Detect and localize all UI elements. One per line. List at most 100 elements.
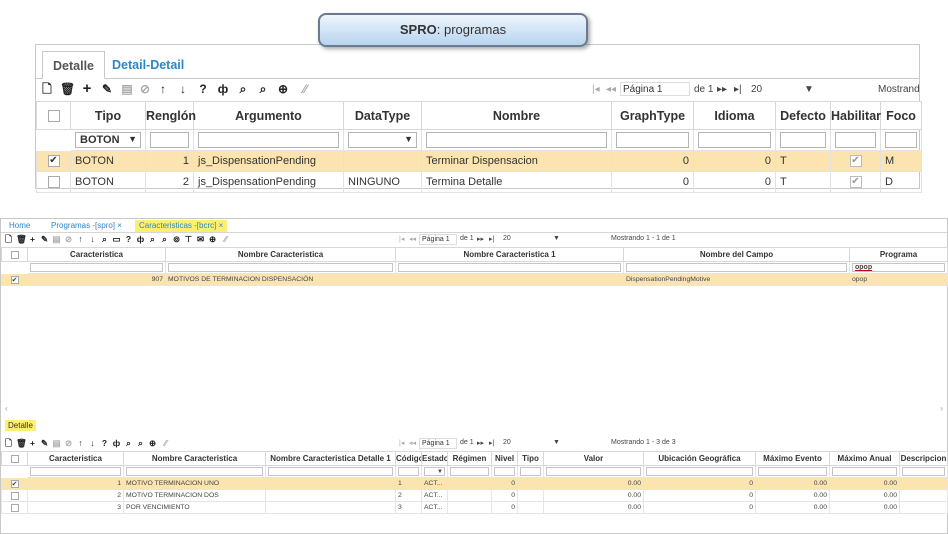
tab-detalle[interactable]: Detalle xyxy=(5,420,36,431)
table-row[interactable]: BOTON 2 js_DispensationPending NINGUNO T… xyxy=(36,171,922,193)
page-size-select[interactable]: 20 xyxy=(503,439,511,446)
prev-page-icon[interactable]: ◂◂ xyxy=(606,84,616,95)
last-page-icon[interactable]: ▸| xyxy=(489,235,494,243)
programa-filter[interactable]: opop xyxy=(852,263,945,272)
arrow-up-icon[interactable]: ↑ xyxy=(156,82,170,96)
scroll-right-icon[interactable]: › xyxy=(940,404,943,413)
search-icon[interactable]: ⌕ xyxy=(100,234,109,245)
next-page-icon[interactable]: ▸▸ xyxy=(477,439,484,447)
help-icon[interactable]: ? xyxy=(100,438,109,449)
new-document-icon[interactable]: 🗋 xyxy=(4,234,13,245)
col-tipo[interactable]: Tipo xyxy=(70,101,146,130)
ubicacion-filter[interactable] xyxy=(646,467,753,476)
tab-detail-detail[interactable]: Detail-Detail xyxy=(102,51,194,79)
col-datatype[interactable]: DataType xyxy=(343,101,422,130)
nombre-filter[interactable] xyxy=(126,467,263,476)
filter-icon[interactable]: ф xyxy=(216,82,230,96)
caracteristica-filter[interactable] xyxy=(30,467,121,476)
col-nombre-caracteristica[interactable]: Nombre Caracteristica xyxy=(165,247,396,262)
col-caracteristica[interactable]: Caracteristica xyxy=(27,451,124,466)
col-nombre-campo[interactable]: Nombre del Campo xyxy=(623,247,850,262)
print-icon[interactable]: ▭ xyxy=(112,234,121,245)
habilitar-filter[interactable] xyxy=(835,132,876,148)
col-argumento[interactable]: Argumento xyxy=(193,101,344,130)
edit-icon[interactable]: ✎ xyxy=(40,234,49,245)
row-checkbox[interactable] xyxy=(10,503,19,512)
search-advanced-icon[interactable]: ⌕ xyxy=(148,234,157,245)
table-row[interactable]: ✔ 907 MOTIVOS DE TERMINACION DISPENSACIÓ… xyxy=(1,273,948,286)
col-defecto[interactable]: Defecto xyxy=(775,101,831,130)
col-programa[interactable]: Programa xyxy=(849,247,948,262)
arrow-up-icon[interactable]: ↑ xyxy=(76,438,85,449)
caracteristica-filter[interactable] xyxy=(30,263,163,272)
col-idioma[interactable]: Idioma xyxy=(693,101,776,130)
tab-caracteristicas[interactable]: Caracteristicas -[bcrc] × xyxy=(135,220,228,232)
col-nivel[interactable]: Nivel xyxy=(491,451,518,466)
edit-icon[interactable]: ✎ xyxy=(100,82,114,96)
delete-icon[interactable]: 🗑 xyxy=(16,438,27,449)
col-habilitar[interactable]: Habilitar xyxy=(830,101,881,130)
search-icon[interactable]: ⌕ xyxy=(124,438,133,449)
search-icon[interactable]: ⌕ xyxy=(236,82,250,96)
first-page-icon[interactable]: |◂ xyxy=(592,84,600,95)
clear-icon[interactable]: ⁄⁄ xyxy=(298,82,312,96)
pin-icon[interactable]: ⊤ xyxy=(184,234,193,245)
max-evento-filter[interactable] xyxy=(758,467,827,476)
prev-page-icon[interactable]: ◂◂ xyxy=(409,439,416,447)
chevron-down-icon[interactable]: ▼ xyxy=(804,84,814,95)
col-descripcion[interactable]: Descripcion xyxy=(899,451,948,466)
delete-icon[interactable]: 🗑 xyxy=(60,82,75,96)
mail-icon[interactable]: ✉ xyxy=(196,234,205,245)
table-row[interactable]: 2 MOTIVO TERMINACION DOS 2 ACT... 0 0.00… xyxy=(1,489,948,502)
filter-icon[interactable]: ф xyxy=(112,438,121,449)
add-icon[interactable]: + xyxy=(28,438,37,449)
tipo-filter-select[interactable]: BOTON ▼ xyxy=(75,132,141,148)
chevron-down-icon[interactable]: ▼ xyxy=(553,235,560,242)
save-icon[interactable]: ▤ xyxy=(120,82,134,96)
valor-filter[interactable] xyxy=(546,467,641,476)
last-page-icon[interactable]: ▸| xyxy=(489,439,494,447)
select-all-checkbox[interactable] xyxy=(36,101,71,130)
max-anual-filter[interactable] xyxy=(832,467,897,476)
target-icon[interactable]: ⊚ xyxy=(172,234,181,245)
nombre-filter[interactable] xyxy=(168,263,393,272)
row-checkbox[interactable]: ✔ xyxy=(10,479,19,488)
col-caracteristica[interactable]: Caracteristica xyxy=(27,247,166,262)
descripcion-filter[interactable] xyxy=(902,467,945,476)
plus-circle-icon[interactable]: ⊕ xyxy=(148,438,157,449)
table-row[interactable]: 3 POR VENCIMIENTO 3 ACT... 0 0.00 0 0.00… xyxy=(1,501,948,514)
search-detail-icon[interactable]: ⌕ xyxy=(160,234,169,245)
page-input[interactable]: Página 1 xyxy=(419,234,457,245)
page-input[interactable]: Página 1 xyxy=(620,82,690,96)
estado-filter-select[interactable]: ▼ xyxy=(424,467,445,476)
idioma-filter[interactable] xyxy=(698,132,771,148)
next-page-icon[interactable]: ▸▸ xyxy=(477,235,484,243)
search-advanced-icon[interactable]: ⌕ xyxy=(136,438,145,449)
help-icon[interactable]: ? xyxy=(124,234,133,245)
arrow-down-icon[interactable]: ↓ xyxy=(88,234,97,245)
search-advanced-icon[interactable]: ⌕ xyxy=(256,82,270,96)
page-size-select[interactable]: 20 xyxy=(503,235,511,242)
select-all-checkbox[interactable] xyxy=(1,451,28,466)
col-estado[interactable]: Estado xyxy=(421,451,448,466)
prev-page-icon[interactable]: ◂◂ xyxy=(409,235,416,243)
graphtype-filter[interactable] xyxy=(616,132,689,148)
tipo-filter[interactable] xyxy=(520,467,541,476)
cancel-icon[interactable]: ⊘ xyxy=(138,82,152,96)
detalle1-filter[interactable] xyxy=(268,467,393,476)
row-checkbox[interactable]: ✔ xyxy=(47,155,60,167)
regimen-filter[interactable] xyxy=(450,467,489,476)
row-checkbox[interactable] xyxy=(47,176,60,188)
clear-icon[interactable]: ⁄⁄ xyxy=(221,234,230,245)
table-row[interactable]: ✔ BOTON 1 js_DispensationPending Termina… xyxy=(36,150,922,172)
new-document-icon[interactable]: 🗋 xyxy=(4,438,13,449)
save-icon[interactable]: ▤ xyxy=(52,438,61,449)
plus-circle-icon[interactable]: ⊕ xyxy=(276,82,290,96)
col-nombre-caracteristica[interactable]: Nombre Caracteristica xyxy=(123,451,266,466)
first-page-icon[interactable]: |◂ xyxy=(399,235,404,243)
plus-circle-icon[interactable]: ⊕ xyxy=(208,234,217,245)
page-input[interactable]: Página 1 xyxy=(419,438,457,449)
table-row[interactable]: ✔ 1 MOTIVO TERMINACION UNO 1 ACT... 0 0.… xyxy=(1,477,948,490)
renglon-filter[interactable] xyxy=(150,132,189,148)
argumento-filter[interactable] xyxy=(198,132,339,148)
